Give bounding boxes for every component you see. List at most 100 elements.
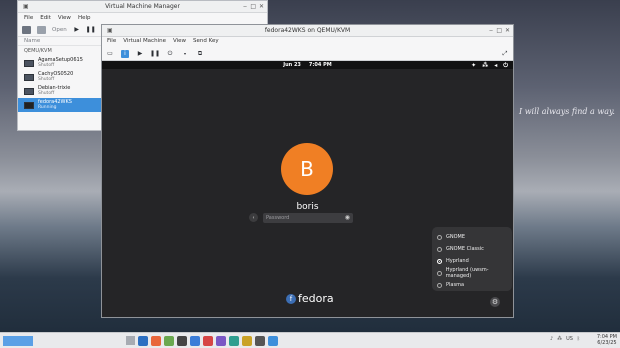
keyboard-layout[interactable]: US <box>566 336 573 342</box>
volume-icon[interactable]: ◂ <box>494 62 497 70</box>
firefox-icon[interactable] <box>151 335 161 346</box>
fedora-wordmark: fedora <box>298 292 334 305</box>
pause-icon[interactable]: ❚❚ <box>86 26 96 34</box>
radio-icon <box>437 246 442 252</box>
gdm-login-screen: Jun 23 7:04 PM ✦ ⁂ ◂ ⏻ B boris ‹ Passwor… <box>102 61 513 317</box>
vm-state: Shutoff <box>38 77 55 82</box>
session-label: GNOME <box>446 234 466 240</box>
telegram-icon[interactable] <box>190 335 200 346</box>
vm-monitor-icon <box>24 101 34 109</box>
radio-icon <box>437 234 442 240</box>
vm-state: Shutoff <box>38 91 55 96</box>
system-tray: ♪ ⁂ US ᛒ <box>550 336 580 342</box>
user-avatar: B <box>281 143 333 195</box>
clock-date: 6/23/25 <box>597 340 617 346</box>
wallpaper-quote: I will always find a way. <box>519 107 615 116</box>
bluetooth-icon[interactable]: ᛒ <box>577 336 580 342</box>
menu-view[interactable]: View <box>58 15 71 21</box>
menu-edit[interactable]: Edit <box>40 15 51 21</box>
password-field[interactable]: Password ◉ <box>263 213 353 223</box>
session-label: Hyprland <box>446 258 469 264</box>
minimize-icon[interactable]: ‒ <box>243 3 247 10</box>
password-placeholder: Password <box>266 215 290 221</box>
session-option-selected[interactable]: Hyprland <box>437 255 507 267</box>
vm-monitor-icon <box>24 73 34 81</box>
console-menubar: File Virtual Machine View Send Key <box>102 37 513 47</box>
menu-help[interactable]: Help <box>78 15 91 21</box>
session-option[interactable]: Hyprland (uwsm-managed) <box>437 267 507 279</box>
menu-send-key[interactable]: Send Key <box>193 38 219 46</box>
gdm-date[interactable]: Jun 23 <box>283 62 301 68</box>
session-label: Plasma <box>446 282 465 288</box>
app-icon[interactable] <box>164 335 174 346</box>
console-toolbar: ▭ i ▶ ❚❚ ⏻ ▾ ⧉ ⤢ <box>102 47 513 61</box>
app-icon[interactable] <box>203 335 213 346</box>
username-label: boris <box>296 202 319 212</box>
vm-monitor-icon <box>24 87 34 95</box>
fedora-infinity-icon: f <box>286 293 296 304</box>
vmm-titlebar[interactable]: ▣ Virtual Machine Manager ‒ □ ✕ <box>18 1 267 13</box>
console-title: fedora42WKS on QEMU/KVM <box>264 27 351 34</box>
network-icon[interactable]: ⁂ <box>557 336 562 342</box>
gdm-top-bar: Jun 23 7:04 PM ✦ ⁂ ◂ ⏻ <box>102 61 513 69</box>
monitor-icon[interactable] <box>37 25 46 34</box>
gdm-time[interactable]: 7:04 PM <box>309 62 332 68</box>
taskbar: ♪ ⁂ US ᛒ 7:04 PM 6/23/25 <box>0 332 620 348</box>
menu-view[interactable]: View <box>173 38 186 46</box>
open-button[interactable]: Open <box>52 27 67 33</box>
pause-icon[interactable]: ❚❚ <box>150 50 160 58</box>
network-icon[interactable]: ⁂ <box>482 62 488 70</box>
maximize-icon[interactable]: □ <box>250 3 256 10</box>
session-option[interactable]: GNOME Classic <box>437 243 507 255</box>
back-button[interactable]: ‹ <box>249 213 258 222</box>
console-titlebar[interactable]: ▣ fedora42WKS on QEMU/KVM ‒ □ ✕ <box>102 25 513 37</box>
app-launcher-icon[interactable] <box>3 335 33 346</box>
vmm-title: Virtual Machine Manager <box>105 3 180 10</box>
new-vm-icon[interactable] <box>22 25 31 34</box>
vm-state: Shutoff <box>38 63 55 68</box>
minimize-icon[interactable]: ‒ <box>489 27 493 34</box>
fullscreen-icon[interactable]: ⤢ <box>501 50 509 58</box>
virt-manager-taskbar-icon[interactable] <box>255 335 265 346</box>
console-view-icon[interactable]: ▭ <box>106 50 114 58</box>
accessibility-icon[interactable]: ✦ <box>471 62 476 70</box>
session-option[interactable]: Plasma <box>437 279 507 291</box>
session-menu: GNOME GNOME Classic Hyprland Hyprland (u… <box>432 227 512 291</box>
dropdown-chevron-icon[interactable]: ▾ <box>181 50 189 58</box>
app-icon[interactable] <box>242 335 252 346</box>
vm-console-window: ▣ fedora42WKS on QEMU/KVM ‒ □ ✕ File Vir… <box>101 24 514 318</box>
session-gear-icon[interactable]: ⚙ <box>490 297 500 307</box>
details-icon[interactable]: i <box>121 49 129 58</box>
show-password-icon[interactable]: ◉ <box>345 214 350 221</box>
app-icon[interactable] <box>216 335 226 346</box>
radio-selected-icon <box>437 258 442 264</box>
power-icon[interactable]: ⏻ <box>166 50 174 58</box>
snapshots-icon[interactable]: ⧉ <box>196 50 204 58</box>
app-icon[interactable] <box>138 335 148 346</box>
close-icon[interactable]: ✕ <box>505 27 510 34</box>
menu-file[interactable]: File <box>107 38 116 46</box>
volume-icon[interactable]: ♪ <box>550 336 553 342</box>
radio-icon <box>437 282 442 288</box>
terminal-icon[interactable] <box>177 335 187 346</box>
session-label: Hyprland (uwsm-managed) <box>445 267 489 279</box>
vm-state: Running <box>38 105 57 110</box>
menu-file[interactable]: File <box>24 15 33 21</box>
fedora-logo: f fedora <box>286 292 334 305</box>
vmm-menubar: File Edit View Help <box>18 13 267 23</box>
maximize-icon[interactable]: □ <box>496 27 502 34</box>
task-manager-icon[interactable] <box>126 336 135 345</box>
power-icon[interactable]: ⏻ <box>503 62 508 70</box>
run-icon[interactable]: ▶ <box>73 26 81 34</box>
vm-console-taskbar-icon[interactable] <box>268 335 278 346</box>
session-option[interactable]: GNOME <box>437 231 507 243</box>
run-icon[interactable]: ▶ <box>136 50 144 58</box>
session-label: GNOME Classic <box>446 246 484 252</box>
vm-monitor-icon <box>24 59 34 67</box>
taskbar-clock[interactable]: 7:04 PM 6/23/25 <box>597 334 617 346</box>
close-icon[interactable]: ✕ <box>259 3 264 10</box>
menu-virtual-machine[interactable]: Virtual Machine <box>123 38 166 46</box>
radio-icon <box>437 270 442 276</box>
gdm-tray: ✦ ⁂ ◂ ⏻ <box>471 62 508 70</box>
app-icon[interactable] <box>229 335 239 346</box>
